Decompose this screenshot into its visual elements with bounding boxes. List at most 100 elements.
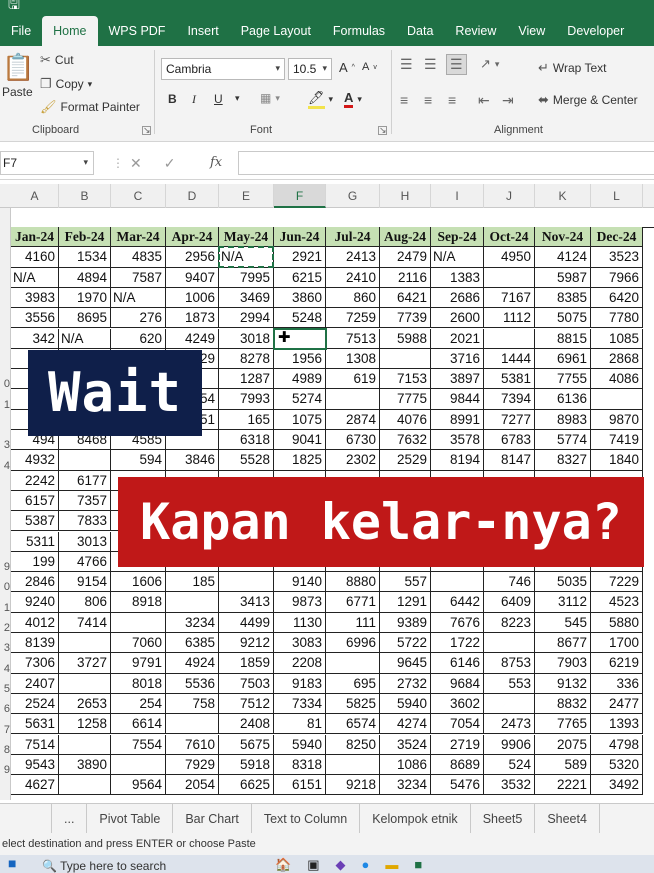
copy-button[interactable]: ❐ Copy ▾ — [40, 76, 92, 92]
table-cell[interactable]: 9844 — [431, 389, 484, 410]
tab-view[interactable]: View — [507, 16, 556, 46]
table-cell[interactable]: 5988 — [380, 328, 431, 349]
table-cell[interactable]: 2221 — [535, 775, 591, 796]
table-cell[interactable]: 5940 — [274, 734, 326, 755]
table-cell[interactable]: 2208 — [274, 653, 326, 674]
table-cell[interactable]: 5075 — [535, 308, 591, 329]
table-cell[interactable]: 545 — [535, 612, 591, 633]
table-cell[interactable]: 7755 — [535, 369, 591, 390]
table-cell[interactable]: 9154 — [59, 572, 111, 593]
table-cell[interactable]: N/A — [59, 328, 111, 349]
table-cell[interactable]: 5311 — [11, 531, 59, 552]
table-cell[interactable]: 1444 — [484, 348, 535, 370]
row-header[interactable]: 8 — [0, 740, 10, 760]
table-cell[interactable]: 4160 — [11, 247, 59, 268]
table-cell[interactable]: 1287 — [219, 369, 274, 390]
table-cell[interactable]: 557 — [380, 572, 431, 593]
tab-data[interactable]: Data — [396, 16, 444, 46]
table-cell[interactable]: 2732 — [380, 673, 431, 694]
table-cell[interactable]: 746 — [484, 572, 535, 593]
table-cell[interactable]: 3083 — [274, 633, 326, 654]
row-header[interactable] — [0, 354, 10, 374]
table-cell[interactable]: 1606 — [111, 572, 166, 593]
table-cell[interactable]: 3234 — [166, 612, 219, 633]
table-cell[interactable]: 1112 — [484, 308, 535, 329]
column-header-cell[interactable]: Feb-24 — [59, 227, 111, 248]
table-cell[interactable]: 7993 — [219, 389, 274, 410]
sheet-tab[interactable]: Kelompok etnik — [360, 803, 471, 834]
column-header-cell[interactable]: Apr-24 — [166, 227, 219, 248]
font-launcher-icon[interactable]: ↘ — [378, 126, 387, 135]
table-cell[interactable] — [431, 572, 484, 593]
table-cell[interactable]: 1700 — [591, 633, 643, 654]
table-cell[interactable] — [380, 348, 431, 370]
table-cell[interactable]: 8753 — [484, 653, 535, 674]
sheet-nav-arrows[interactable] — [0, 803, 52, 834]
table-cell[interactable]: 4076 — [380, 409, 431, 430]
table-cell[interactable]: 5387 — [11, 511, 59, 532]
table-cell[interactable]: 7513 — [326, 328, 380, 349]
row-header[interactable] — [0, 273, 10, 293]
table-cell[interactable]: 619 — [326, 369, 380, 390]
table-cell[interactable]: 6385 — [166, 633, 219, 654]
table-cell[interactable]: 7060 — [111, 633, 166, 654]
table-cell[interactable]: 2075 — [535, 734, 591, 755]
table-cell[interactable]: 3716 — [431, 348, 484, 370]
table-cell[interactable]: 8278 — [219, 348, 274, 370]
tab-review[interactable]: Review — [444, 16, 507, 46]
row-header[interactable]: 7 — [0, 720, 10, 740]
table-cell[interactable]: 3860 — [274, 287, 326, 309]
row-header[interactable] — [0, 212, 10, 232]
column-header-e[interactable]: E — [219, 184, 274, 208]
table-cell[interactable]: 2116 — [380, 267, 431, 288]
tab-wps-pdf[interactable]: WPS PDF — [98, 16, 177, 46]
table-cell[interactable]: 7610 — [166, 734, 219, 755]
table-cell[interactable]: 1534 — [59, 247, 111, 268]
app-icon[interactable]: 🏠 — [275, 857, 291, 873]
table-cell[interactable]: 9543 — [11, 754, 59, 776]
table-cell[interactable]: 6420 — [591, 287, 643, 309]
table-cell[interactable]: 8147 — [484, 450, 535, 471]
table-cell[interactable]: 2921 — [274, 247, 326, 268]
table-cell[interactable]: 8385 — [535, 287, 591, 309]
tab-file[interactable]: File — [0, 16, 42, 46]
table-cell[interactable]: 6730 — [326, 430, 380, 451]
font-name-select[interactable]: Cambria ▾ — [161, 58, 285, 80]
table-cell[interactable]: 7334 — [274, 693, 326, 715]
table-cell[interactable]: 7394 — [484, 389, 535, 410]
table-cell[interactable]: 2653 — [59, 693, 111, 715]
sheet-tab[interactable]: Pivot Table — [87, 803, 174, 834]
table-cell[interactable]: 860 — [326, 287, 380, 309]
table-cell[interactable] — [59, 633, 111, 654]
table-cell[interactable]: 3890 — [59, 754, 111, 776]
table-cell[interactable]: 9240 — [11, 592, 59, 613]
font-size-select[interactable]: 10.5 ▾ — [288, 58, 332, 80]
table-cell[interactable]: 1130 — [274, 612, 326, 633]
table-cell[interactable]: 3234 — [380, 775, 431, 796]
table-cell[interactable]: 1956 — [274, 348, 326, 370]
table-cell[interactable]: 7833 — [59, 511, 111, 532]
table-cell[interactable]: 5675 — [219, 734, 274, 755]
table-cell[interactable]: 1393 — [591, 714, 643, 735]
row-header[interactable]: 2 — [0, 618, 10, 638]
table-cell[interactable]: 5631 — [11, 714, 59, 735]
column-header-h[interactable]: H — [380, 184, 431, 208]
table-cell[interactable]: 5381 — [484, 369, 535, 390]
table-cell[interactable]: N/A — [11, 267, 59, 288]
table-cell[interactable]: 4894 — [59, 267, 111, 288]
table-cell[interactable]: 2302 — [326, 450, 380, 471]
sheet-tab[interactable]: Text to Column — [252, 803, 361, 834]
table-cell[interactable]: 3897 — [431, 369, 484, 390]
row-header[interactable]: 3 — [0, 638, 10, 658]
taskbar-search[interactable]: 🔍 Type here to search — [42, 859, 166, 873]
table-cell[interactable]: 6996 — [326, 633, 380, 654]
table-cell[interactable]: 5940 — [380, 693, 431, 715]
table-cell[interactable]: 3602 — [431, 693, 484, 715]
table-cell[interactable]: 6136 — [535, 389, 591, 410]
column-header-c[interactable]: C — [111, 184, 166, 208]
table-cell[interactable]: 6318 — [219, 430, 274, 451]
table-cell[interactable]: 8815 — [535, 328, 591, 349]
table-cell[interactable]: 1086 — [380, 754, 431, 776]
table-cell[interactable]: 7632 — [380, 430, 431, 451]
table-cell[interactable]: 8250 — [326, 734, 380, 755]
